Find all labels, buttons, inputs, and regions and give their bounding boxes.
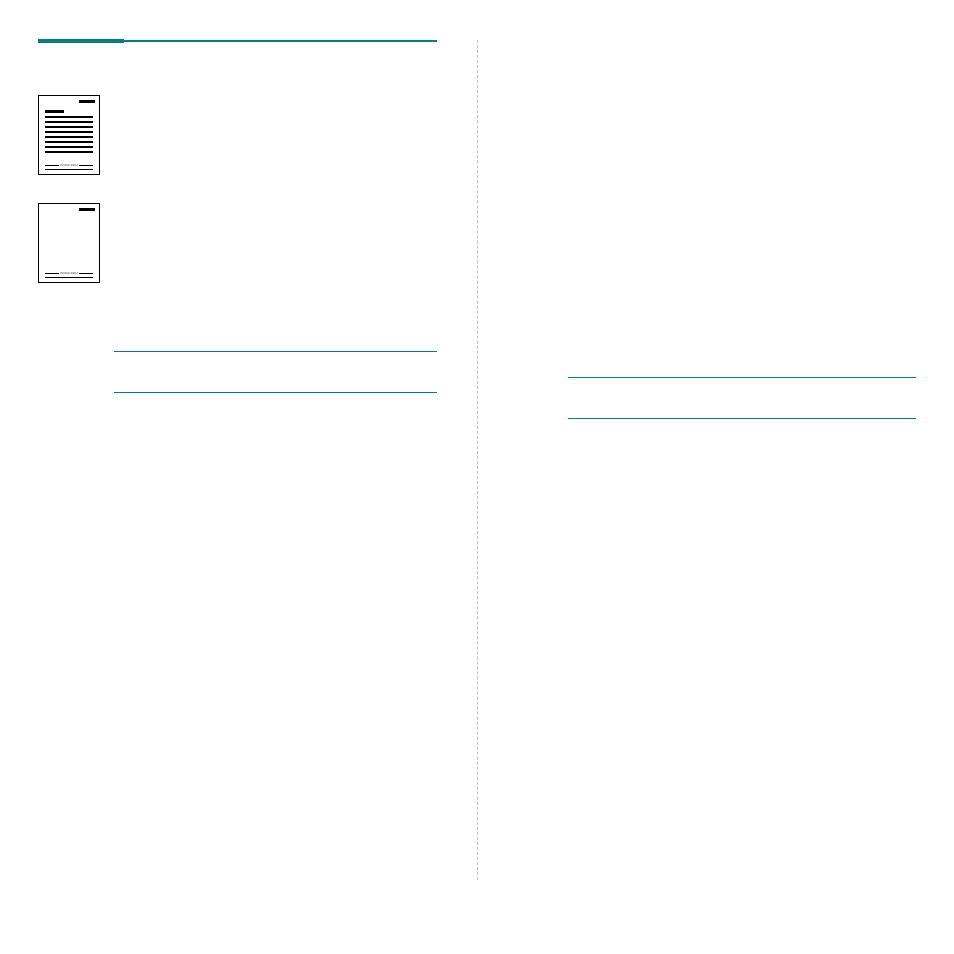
body-paragraph: Paragraphs are separated by one blank li… — [522, 217, 917, 267]
download-label: Continuation sheet, editable Word templa… — [114, 352, 437, 378]
reference-label: Letter layout specification (PDF) — [568, 337, 917, 363]
left-column: Letterhead stationery Standard letterhea… — [38, 40, 437, 880]
body-paragraph: All letters are typed in Arial, 10pt on … — [522, 73, 917, 123]
section-rule — [38, 40, 437, 42]
right-column: Typing a letter on the letterhead All le… — [518, 40, 917, 880]
item-desc: Used for the second and subsequent pages… — [112, 223, 437, 271]
column-divider — [477, 40, 478, 880]
body-paragraph: Continuation sheets pick up the body tex… — [522, 280, 917, 313]
continuation-thumb-icon — [38, 203, 100, 283]
download-row[interactable]: Continuation sheet, editable Word templa… — [114, 352, 437, 393]
reference-row[interactable]: Address and salutation style guide — [568, 378, 917, 419]
download-row[interactable]: Letterhead, editable Word template — [114, 311, 437, 352]
reference-list: Letter layout specification (PDF) Addres… — [568, 337, 917, 419]
reference-row[interactable]: Letter layout specification (PDF) — [568, 337, 917, 378]
letterhead-thumb-icon — [38, 95, 100, 175]
catalogue-item: Standard letterhead Used for all general… — [38, 95, 437, 175]
download-list: Letterhead, editable Word template Conti… — [114, 311, 437, 393]
catalogue-item: Continuation sheet Used for the second a… — [38, 203, 437, 283]
body-paragraph: The recipient's name and address are pos… — [522, 137, 917, 203]
item-desc: Used for all general correspondence. The… — [112, 115, 437, 163]
right-heading: Typing a letter on the letterhead — [522, 40, 917, 55]
download-label: Letterhead, editable Word template — [114, 311, 437, 337]
item-title: Continuation sheet — [112, 203, 437, 217]
item-title: Standard letterhead — [112, 95, 437, 109]
reference-label: Address and salutation style guide — [568, 378, 917, 404]
section-heading: Letterhead stationery — [38, 64, 437, 81]
